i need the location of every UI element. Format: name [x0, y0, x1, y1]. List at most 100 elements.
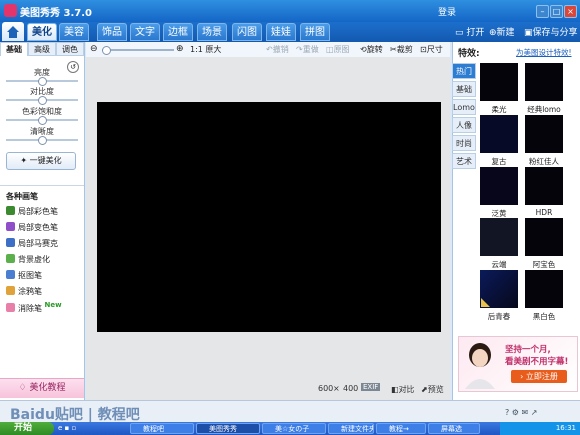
tab-scenes[interactable]: 场景 — [197, 23, 227, 41]
task-button[interactable]: 教程→ — [376, 423, 426, 434]
tab-beautify[interactable]: 美化 — [27, 23, 57, 41]
tab-collage[interactable]: 拼图 — [300, 23, 330, 41]
tab-dolls[interactable]: 娃娃 — [266, 23, 296, 41]
feedback-icon[interactable]: ✉ — [522, 408, 529, 417]
quick-launch: e ▪ ▫ — [58, 424, 76, 432]
crop-button[interactable]: ✂裁剪 — [390, 44, 413, 55]
title-bar: 美图秀秀 3.7.0 登录 – □ × — [0, 0, 580, 22]
contrast-knob[interactable] — [38, 96, 47, 105]
save-share-button[interactable]: ▣保存与分享 — [524, 25, 578, 38]
task-button[interactable]: 新建文件夹 — [328, 423, 374, 434]
task-button[interactable]: 屏幕选 — [428, 423, 480, 434]
minimize-button[interactable]: – — [536, 5, 549, 18]
sharpness-knob[interactable] — [38, 136, 47, 145]
effect-thumbnail[interactable] — [480, 270, 518, 308]
brush-item[interactable]: 涂鸦笔 — [6, 285, 84, 299]
brush-item[interactable]: 背景虚化 — [6, 253, 84, 267]
brush-item[interactable]: 局部马赛克 — [6, 237, 84, 251]
watermark: Baidu贴吧 | 教程吧 — [10, 407, 140, 423]
effect-thumbnail[interactable] — [480, 167, 518, 205]
effect-thumbnail[interactable] — [525, 218, 563, 256]
effect-label: HDR — [535, 208, 553, 217]
brush-item[interactable]: 局部彩色笔 — [6, 205, 84, 219]
arrow-icon: › — [520, 372, 524, 381]
image-canvas[interactable] — [97, 102, 441, 332]
zoom-in-icon[interactable]: ⊕ — [176, 44, 184, 54]
compare-icon: ◧ — [391, 385, 399, 394]
login-link[interactable]: 登录 — [438, 5, 456, 18]
tab-beauty[interactable]: 美容 — [59, 23, 89, 41]
zoom-out-icon[interactable]: ⊖ — [90, 44, 98, 54]
home-tab[interactable] — [2, 22, 24, 41]
settings-icon[interactable]: ⚙ — [512, 408, 519, 417]
undo-button[interactable]: ↶撤销 — [266, 44, 289, 55]
tutorial-link[interactable]: ♢ 美化教程 — [0, 378, 84, 398]
color-brush-icon — [6, 206, 15, 215]
category-fashion[interactable]: 时尚 — [452, 135, 476, 151]
explorer-icon[interactable]: ▫ — [72, 424, 77, 432]
effect-label: 复古 — [491, 157, 507, 166]
redo-button[interactable]: ↷重做 — [296, 44, 319, 55]
effect-thumbnail[interactable] — [525, 63, 563, 101]
ie-icon[interactable]: e — [58, 424, 62, 432]
original-label: 原图 — [333, 45, 350, 54]
zoom-knob[interactable] — [102, 46, 111, 55]
brush-item[interactable]: 局部变色笔 — [6, 221, 84, 235]
effect-label: 粉红佳人 — [529, 157, 559, 166]
task-button[interactable]: 教程吧 — [130, 423, 194, 434]
original-button[interactable]: ◫原图 — [326, 44, 350, 55]
start-button[interactable]: 开始 — [0, 422, 54, 435]
tab-accessories[interactable]: 饰品 — [97, 23, 127, 41]
saturation-knob[interactable] — [38, 116, 47, 125]
effect-thumbnail[interactable] — [480, 115, 518, 153]
save-label: 保存与分享 — [532, 28, 578, 38]
actual-size-button[interactable]: 1:1 原大 — [190, 44, 221, 55]
bottom-tray-icons: ? ⚙ ✉ ↗ — [505, 408, 537, 417]
effect-thumbnail[interactable] — [525, 167, 563, 205]
ad-register-button[interactable]: › 立即注册 — [511, 370, 567, 383]
effect-thumbnail[interactable] — [525, 270, 563, 308]
category-lomo[interactable]: Lomo — [452, 99, 476, 115]
ad-cta-label: 立即注册 — [525, 372, 558, 381]
tab-text[interactable]: 文字 — [130, 23, 160, 41]
effect-corner-mark — [481, 298, 490, 307]
category-portrait[interactable]: 人像 — [452, 117, 476, 133]
design-effects-link[interactable]: 为美图设计特效! — [516, 47, 572, 58]
preview-button[interactable]: ⬈预览 — [421, 384, 444, 395]
new-label: 新建 — [496, 28, 515, 38]
folder-icon: ▭ — [455, 28, 464, 38]
zoom-slider[interactable] — [102, 49, 174, 51]
open-button[interactable]: ▭ 打开 — [455, 25, 484, 38]
ad-portrait-icon — [465, 343, 495, 389]
subtab-color[interactable]: 调色 — [56, 42, 84, 56]
category-art[interactable]: 艺术 — [452, 153, 476, 169]
brush-item[interactable]: 抠图笔 — [6, 269, 84, 283]
one-key-beautify-button[interactable]: ✦ 一键美化 — [6, 152, 76, 170]
subtab-advanced[interactable]: 高级 — [28, 42, 56, 56]
category-hot[interactable]: 热门 — [452, 63, 476, 79]
exif-button[interactable]: EXIF — [361, 383, 381, 391]
app-logo-icon — [4, 4, 17, 17]
redo-icon: ↷ — [296, 45, 303, 54]
ad-banner[interactable]: 坚持一个月, 看美剧不用字幕! — [458, 336, 578, 392]
compare-button[interactable]: ◧对比 — [391, 384, 415, 395]
tab-frames[interactable]: 边框 — [163, 23, 193, 41]
tab-flash[interactable]: 闪图 — [232, 23, 262, 41]
close-button[interactable]: × — [564, 5, 577, 18]
brightness-knob[interactable] — [38, 77, 47, 86]
resize-button[interactable]: ⊡尺寸 — [420, 44, 443, 55]
new-button[interactable]: ⊕新建 — [489, 25, 515, 38]
effect-thumbnail[interactable] — [525, 115, 563, 153]
subtab-basic[interactable]: 基础 — [0, 42, 28, 56]
task-button[interactable]: 美图秀秀 — [196, 423, 260, 434]
help-icon[interactable]: ? — [505, 408, 509, 417]
category-basic[interactable]: 基础 — [452, 81, 476, 97]
effect-thumbnail[interactable] — [480, 218, 518, 256]
task-button[interactable]: 美☆女の子 — [262, 423, 326, 434]
desktop-icon[interactable]: ▪ — [65, 424, 70, 432]
effect-thumbnail[interactable] — [480, 63, 518, 101]
rotate-button[interactable]: ⟲旋转 — [360, 44, 383, 55]
maximize-button[interactable]: □ — [550, 5, 563, 18]
share-icon[interactable]: ↗ — [531, 408, 538, 417]
brush-item[interactable]: 消除笔 New — [6, 301, 84, 316]
